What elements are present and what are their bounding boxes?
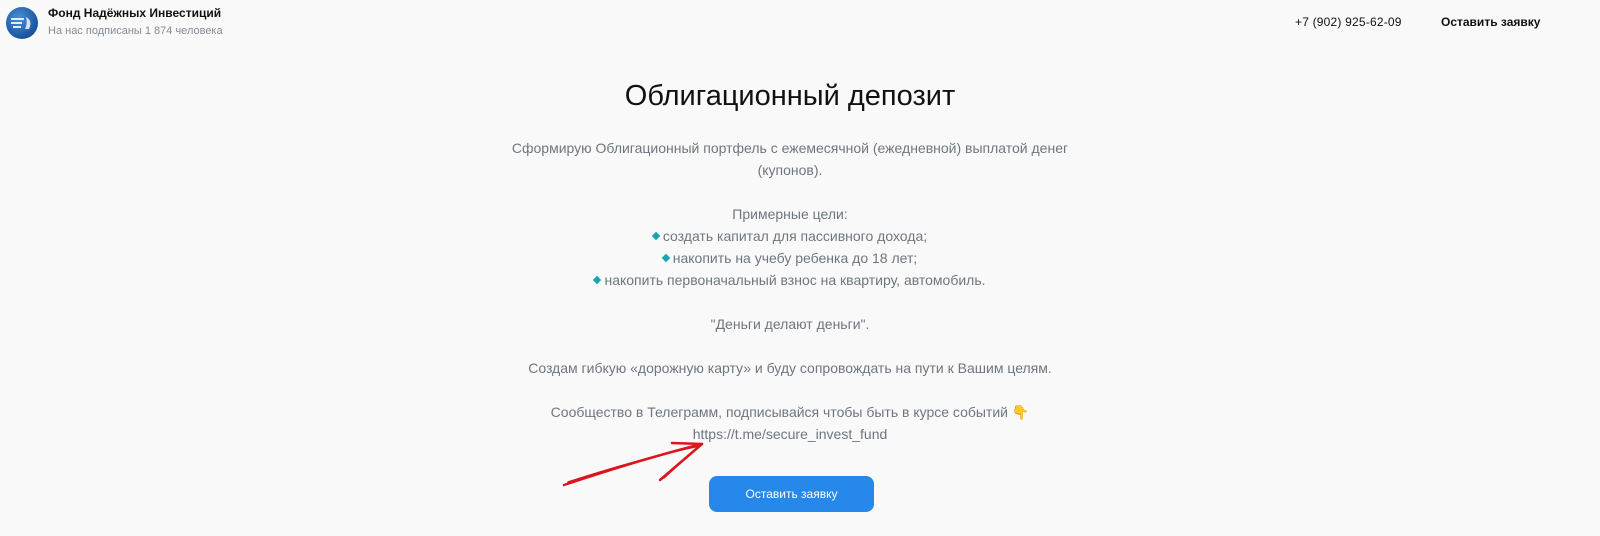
goal-item-label: накопить первоначальный взнос на квартир… [604,272,986,288]
page-header: Фонд Надёжных Инвестиций На нас подписан… [0,0,1600,48]
goals-heading: Примерные цели: [732,206,848,222]
roadmap-text: Создам гибкую «дорожную карту» и буду со… [528,360,1052,376]
page-title: Облигационный депозит [624,80,956,112]
description: Сформирую Облигационный портфель с ежеме… [490,137,1090,445]
subscribers-count: На нас подписаны 1 874 человека [48,25,223,37]
goal-item: накопить первоначальный взнос на квартир… [490,269,1090,291]
diamond-bullet-icon [661,253,670,263]
fund-logo-icon [11,16,31,29]
diamond-bullet-icon [593,275,602,285]
goal-item: накопить на учебу ребенка до 18 лет; [490,247,1090,269]
phone-number[interactable]: +7 (902) 925-62-09 [1295,15,1402,29]
diamond-bullet-icon [651,231,661,241]
red-arrow-icon [562,441,704,487]
goal-item-label: создать капитал для пассивного дохода; [662,228,928,244]
telegram-link[interactable]: https://t.me/secure_invest_fund [693,426,888,442]
community-name[interactable]: Фонд Надёжных Инвестиций [48,6,223,21]
goal-item-label: накопить на учебу ребенка до 18 лет; [672,250,918,266]
goal-item: создать капитал для пассивного дохода; [490,225,1090,247]
avatar[interactable] [6,6,38,39]
header-request-button[interactable]: Оставить заявку [1441,15,1540,29]
telegram-text: Сообщество в Телеграмм, подписывайся что… [550,404,1030,420]
quote-text: "Деньги делают деньги". [710,316,870,332]
brand-text: Фонд Надёжных Инвестиций На нас подписан… [48,6,223,39]
community-brand[interactable]: Фонд Надёжных Инвестиций На нас подписан… [6,6,223,39]
request-button[interactable]: Оставить заявку [709,476,874,512]
intro-text: Сформирую Облигационный портфель с ежеме… [511,140,1069,178]
